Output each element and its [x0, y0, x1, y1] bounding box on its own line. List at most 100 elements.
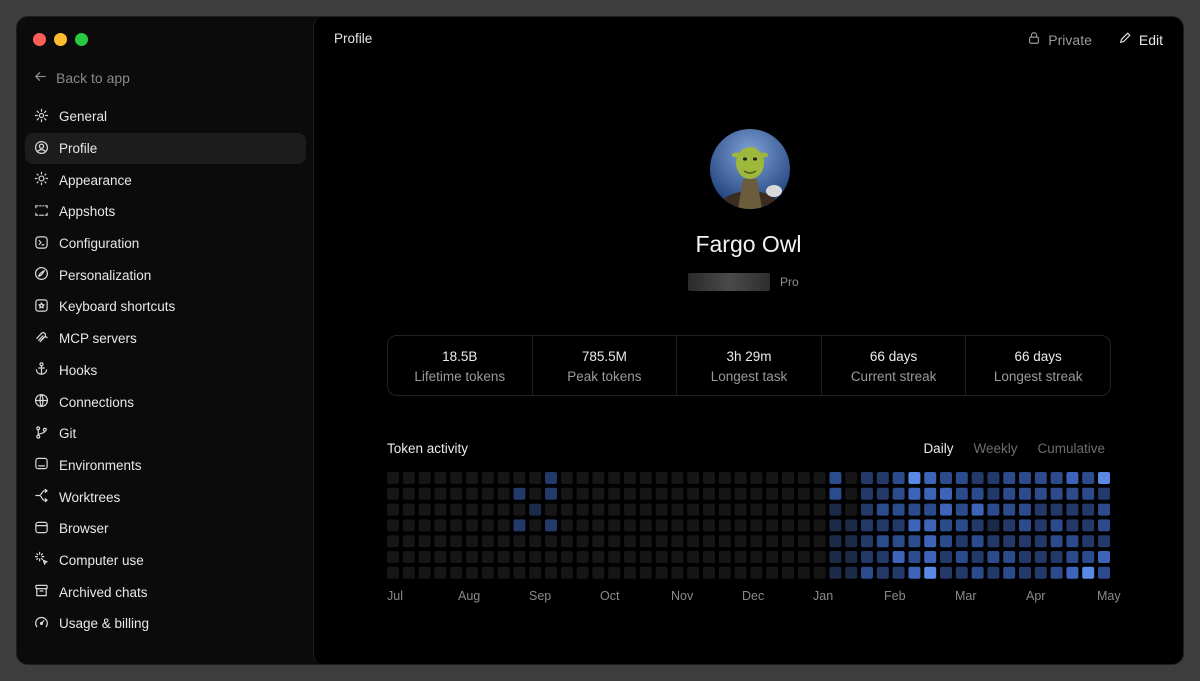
- activity-cell[interactable]: [924, 487, 937, 500]
- activity-cell[interactable]: [576, 503, 589, 516]
- activity-cell[interactable]: [924, 551, 937, 563]
- activity-cell[interactable]: [450, 503, 463, 516]
- activity-cell[interactable]: [1050, 551, 1063, 563]
- activity-cell[interactable]: [608, 503, 621, 516]
- activity-cell[interactable]: [750, 519, 763, 532]
- activity-cell[interactable]: [560, 487, 573, 500]
- activity-cell[interactable]: [892, 487, 905, 500]
- activity-cell[interactable]: [402, 487, 415, 500]
- activity-cell[interactable]: [845, 551, 858, 563]
- activity-cell[interactable]: [734, 551, 747, 563]
- activity-cell[interactable]: [529, 519, 542, 532]
- activity-cell[interactable]: [592, 487, 605, 500]
- activity-cell[interactable]: [687, 519, 700, 532]
- activity-cell[interactable]: [703, 487, 715, 500]
- activity-cell[interactable]: [955, 551, 968, 563]
- activity-cell[interactable]: [718, 551, 731, 563]
- activity-cell[interactable]: [402, 535, 415, 548]
- activity-cell[interactable]: [387, 487, 399, 500]
- activity-cell[interactable]: [971, 503, 984, 516]
- activity-cell[interactable]: [560, 503, 573, 516]
- activity-cell[interactable]: [766, 519, 779, 532]
- activity-cell[interactable]: [876, 503, 889, 516]
- activity-cell[interactable]: [418, 487, 431, 500]
- back-to-app-link[interactable]: Back to app: [33, 69, 130, 87]
- activity-cell[interactable]: [892, 519, 905, 532]
- activity-cell[interactable]: [450, 535, 463, 548]
- activity-cell[interactable]: [545, 519, 557, 532]
- activity-cell[interactable]: [608, 519, 621, 532]
- activity-cell[interactable]: [1066, 566, 1079, 579]
- activity-cell[interactable]: [703, 503, 715, 516]
- activity-cell[interactable]: [845, 487, 858, 500]
- activity-cell[interactable]: [655, 551, 668, 563]
- activity-cell[interactable]: [513, 535, 526, 548]
- activity-cell[interactable]: [481, 472, 494, 484]
- sidebar-item-mcp-servers[interactable]: MCP servers: [25, 323, 306, 355]
- activity-cell[interactable]: [576, 472, 589, 484]
- activity-cell[interactable]: [1082, 535, 1095, 548]
- sidebar-item-browser[interactable]: Browser: [25, 513, 306, 545]
- activity-cell[interactable]: [592, 535, 605, 548]
- activity-cell[interactable]: [639, 487, 652, 500]
- activity-cell[interactable]: [418, 472, 431, 484]
- activity-cell[interactable]: [687, 487, 700, 500]
- activity-cell[interactable]: [497, 566, 510, 579]
- activity-cell[interactable]: [576, 487, 589, 500]
- activity-cell[interactable]: [1050, 566, 1063, 579]
- tab-weekly[interactable]: Weekly: [973, 441, 1017, 456]
- sidebar-item-worktrees[interactable]: Worktrees: [25, 481, 306, 513]
- activity-cell[interactable]: [1003, 472, 1016, 484]
- activity-cell[interactable]: [529, 472, 542, 484]
- activity-cell[interactable]: [734, 503, 747, 516]
- activity-cell[interactable]: [797, 503, 810, 516]
- activity-cell[interactable]: [924, 535, 937, 548]
- activity-cell[interactable]: [560, 535, 573, 548]
- activity-cell[interactable]: [529, 487, 542, 500]
- activity-cell[interactable]: [624, 519, 636, 532]
- activity-cell[interactable]: [861, 551, 873, 563]
- activity-cell[interactable]: [466, 551, 478, 563]
- activity-cell[interactable]: [1082, 472, 1095, 484]
- activity-cell[interactable]: [387, 519, 399, 532]
- activity-cell[interactable]: [766, 472, 779, 484]
- sidebar-item-general[interactable]: General: [25, 101, 306, 133]
- activity-cell[interactable]: [434, 535, 447, 548]
- activity-cell[interactable]: [955, 566, 968, 579]
- activity-cell[interactable]: [718, 487, 731, 500]
- activity-cell[interactable]: [703, 566, 715, 579]
- sidebar-item-archived-chats[interactable]: Archived chats: [25, 576, 306, 608]
- activity-cell[interactable]: [497, 535, 510, 548]
- activity-cell[interactable]: [703, 551, 715, 563]
- activity-cell[interactable]: [940, 551, 952, 563]
- activity-cell[interactable]: [940, 503, 952, 516]
- activity-cell[interactable]: [687, 566, 700, 579]
- activity-cell[interactable]: [797, 472, 810, 484]
- activity-cell[interactable]: [687, 472, 700, 484]
- activity-cell[interactable]: [1019, 519, 1031, 532]
- activity-cell[interactable]: [1034, 503, 1047, 516]
- activity-cell[interactable]: [481, 487, 494, 500]
- activity-cell[interactable]: [876, 472, 889, 484]
- activity-cell[interactable]: [750, 503, 763, 516]
- activity-cell[interactable]: [1003, 535, 1016, 548]
- activity-cell[interactable]: [545, 551, 557, 563]
- activity-cell[interactable]: [766, 551, 779, 563]
- sidebar-item-usage-billing[interactable]: Usage & billing: [25, 608, 306, 640]
- activity-cell[interactable]: [845, 472, 858, 484]
- activity-cell[interactable]: [418, 566, 431, 579]
- activity-cell[interactable]: [734, 487, 747, 500]
- activity-cell[interactable]: [813, 519, 826, 532]
- activity-cell[interactable]: [703, 535, 715, 548]
- activity-cell[interactable]: [908, 519, 921, 532]
- activity-cell[interactable]: [987, 472, 1000, 484]
- activity-cell[interactable]: [1098, 472, 1110, 484]
- activity-cell[interactable]: [876, 551, 889, 563]
- activity-cell[interactable]: [592, 551, 605, 563]
- activity-cell[interactable]: [829, 472, 842, 484]
- activity-cell[interactable]: [892, 503, 905, 516]
- activity-cell[interactable]: [955, 535, 968, 548]
- activity-cell[interactable]: [1034, 551, 1047, 563]
- activity-cell[interactable]: [908, 535, 921, 548]
- activity-cell[interactable]: [797, 535, 810, 548]
